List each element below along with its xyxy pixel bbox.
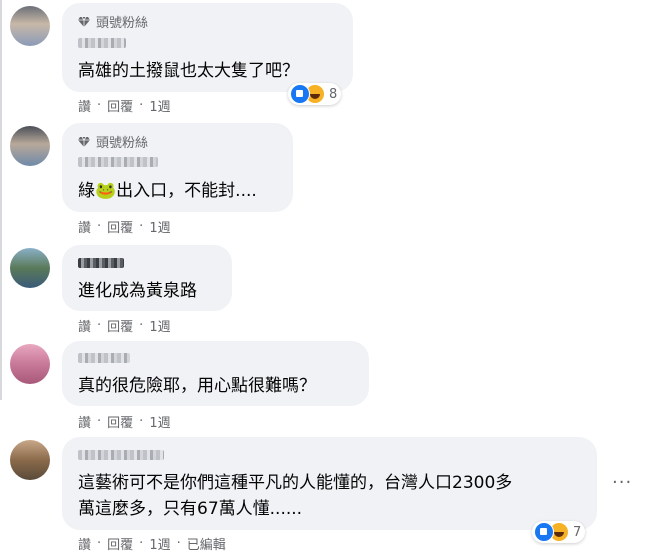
comment-text-line-2: 萬這麼多，只有67萬人懂......: [78, 499, 303, 519]
top-fan-badge: 頭號粉絲: [78, 12, 148, 31]
comment-text: 高雄的土撥鼠也太大隻了吧？: [78, 61, 299, 81]
timestamp[interactable]: 1週: [149, 412, 170, 431]
comment-text: 真的很危險耶，用心點很難嗎？: [78, 376, 316, 396]
like-button[interactable]: 讚: [78, 217, 91, 236]
avatar[interactable]: [10, 6, 50, 46]
like-icon: [290, 84, 310, 104]
top-fan-badge: 頭號粉絲: [78, 132, 148, 151]
commenter-name[interactable]: [78, 450, 164, 460]
reaction-count: 7: [573, 524, 582, 540]
comment-actions: 讚 · 回覆 · 1週 · 已編輯: [78, 534, 226, 553]
avatar[interactable]: [10, 248, 50, 288]
timestamp[interactable]: 1週: [149, 534, 170, 553]
reaction-summary[interactable]: 7: [532, 521, 586, 543]
badge-label: 頭號粉絲: [96, 136, 149, 151]
comment-actions: 讚 · 回覆 · 1週: [78, 96, 171, 115]
like-button[interactable]: 讚: [78, 412, 91, 431]
reaction-summary[interactable]: 8: [288, 83, 342, 105]
like-icon: [534, 522, 554, 542]
like-button[interactable]: 讚: [78, 534, 91, 553]
avatar[interactable]: [10, 344, 50, 384]
comment-text-line-1: 這藝術可不是你們這種平凡的人能懂的，台灣人口2300多: [78, 473, 513, 493]
like-button[interactable]: 讚: [78, 316, 91, 335]
reaction-count: 8: [329, 86, 338, 102]
avatar[interactable]: [10, 126, 50, 166]
commenter-name[interactable]: [78, 353, 130, 363]
reply-button[interactable]: 回覆: [107, 217, 133, 236]
avatar[interactable]: [10, 440, 50, 480]
timestamp[interactable]: 1週: [149, 217, 170, 236]
timestamp[interactable]: 1週: [149, 316, 170, 335]
commenter-name[interactable]: [78, 258, 124, 268]
timestamp[interactable]: 1週: [149, 96, 170, 115]
more-options-icon[interactable]: ···: [612, 472, 632, 493]
reply-button[interactable]: 回覆: [107, 316, 133, 335]
comment-text: 綠🐸出入口，不能封....: [78, 181, 257, 201]
reply-button[interactable]: 回覆: [107, 412, 133, 431]
diamond-icon: [78, 136, 90, 147]
badge-label: 頭號粉絲: [96, 16, 149, 31]
edited-label[interactable]: 已編輯: [187, 534, 226, 553]
commenter-name[interactable]: [78, 38, 126, 48]
comment-actions: 讚 · 回覆 · 1週: [78, 217, 171, 236]
comment-text: 進化成為黃泉路: [78, 281, 197, 301]
commenter-name[interactable]: [78, 157, 158, 167]
diamond-icon: [78, 16, 90, 27]
reply-button[interactable]: 回覆: [107, 534, 133, 553]
like-button[interactable]: 讚: [78, 96, 91, 115]
comment-actions: 讚 · 回覆 · 1週: [78, 316, 171, 335]
thread-line: [0, 0, 2, 400]
reply-button[interactable]: 回覆: [107, 96, 133, 115]
comment-actions: 讚 · 回覆 · 1週: [78, 412, 171, 431]
